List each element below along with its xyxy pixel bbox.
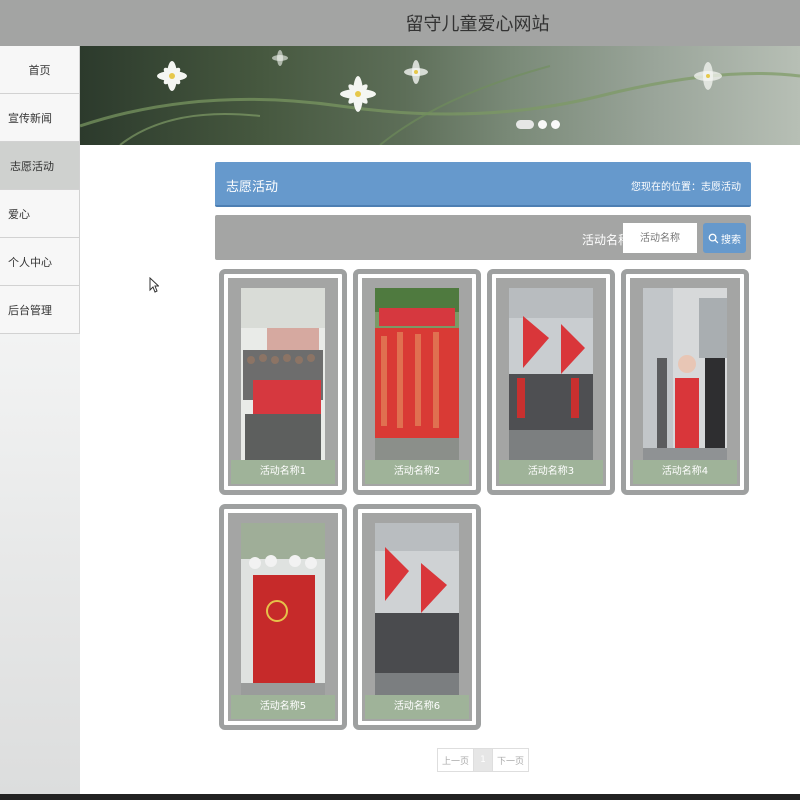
sidebar-item-label: 宣传新闻 [8,111,52,125]
activity-photo [375,523,459,695]
sidebar-item-label: 爱心 [8,207,30,221]
sidebar-item-label: 后台管理 [8,303,52,317]
activity-card[interactable]: 活动名称2 [353,269,481,495]
carousel-dot[interactable] [516,120,534,129]
banner-flowers-image [80,50,800,145]
sidebar-item-label: 志愿活动 [10,159,54,173]
section-header: 志愿活动 您现在的位置：志愿活动 [215,162,751,207]
activity-card-body: 活动名称5 [228,513,338,721]
carousel-dot[interactable] [538,120,547,129]
activity-photo [375,288,459,460]
activity-card-body: 活动名称4 [630,278,740,486]
sidebar-nav: 首页 宣传新闻 志愿活动 爱心 个人中心 后台管理 [0,46,80,794]
search-button-label: 搜索 [721,234,741,246]
search-input[interactable] [623,223,697,253]
page-number-button[interactable]: 1 [474,748,492,772]
banner-carousel[interactable] [80,46,800,145]
sidebar-item-home[interactable]: 首页 [0,46,80,94]
carousel-dot[interactable] [551,120,560,129]
activity-card[interactable]: 活动名称4 [621,269,749,495]
activity-name: 活动名称6 [365,695,469,719]
activity-name: 活动名称4 [633,460,737,484]
sidebar-item-volunteer[interactable]: 志愿活动 [0,142,80,190]
sidebar-item-label: 个人中心 [8,255,52,269]
top-header: 留守儿童爱心网站 [0,0,800,46]
activity-card-body: 活动名称2 [362,278,472,486]
activity-photo [643,288,727,460]
site-title: 留守儿童爱心网站 [405,14,550,35]
sidebar-item-admin[interactable]: 后台管理 [0,286,80,334]
activity-card[interactable]: 活动名称6 [353,504,481,730]
breadcrumb: 您现在的位置：志愿活动 [631,182,741,193]
activity-photo [241,288,325,460]
sidebar-item-love[interactable]: 爱心 [0,190,80,238]
prev-page-button[interactable]: 上一页 [437,748,474,772]
carousel-indicators [516,120,560,129]
mouse-cursor-icon [149,277,159,293]
activity-card-body: 活动名称1 [228,278,338,486]
section-title: 志愿活动 [226,180,279,195]
activity-name: 活动名称1 [231,460,335,484]
activity-name: 活动名称3 [499,460,603,484]
search-button[interactable]: 搜索 [703,223,746,253]
activity-name: 活动名称2 [365,460,469,484]
activity-card[interactable]: 活动名称3 [487,269,615,495]
activity-card[interactable]: 活动名称1 [219,269,347,495]
activity-card[interactable]: 活动名称5 [219,504,347,730]
activity-card-body: 活动名称6 [362,513,472,721]
bottom-edge [0,794,800,800]
sidebar-item-profile[interactable]: 个人中心 [0,238,80,286]
search-icon [708,233,719,243]
activity-photo [241,523,325,695]
activity-photo [509,288,593,460]
sidebar-item-label: 首页 [28,63,51,77]
activity-name: 活动名称5 [231,695,335,719]
pagination: 上一页 1 下一页 [437,748,529,772]
sidebar-item-news[interactable]: 宣传新闻 [0,94,80,142]
next-page-button[interactable]: 下一页 [492,748,529,772]
activity-card-body: 活动名称3 [496,278,606,486]
search-bar: 活动名称 搜索 [215,215,751,260]
